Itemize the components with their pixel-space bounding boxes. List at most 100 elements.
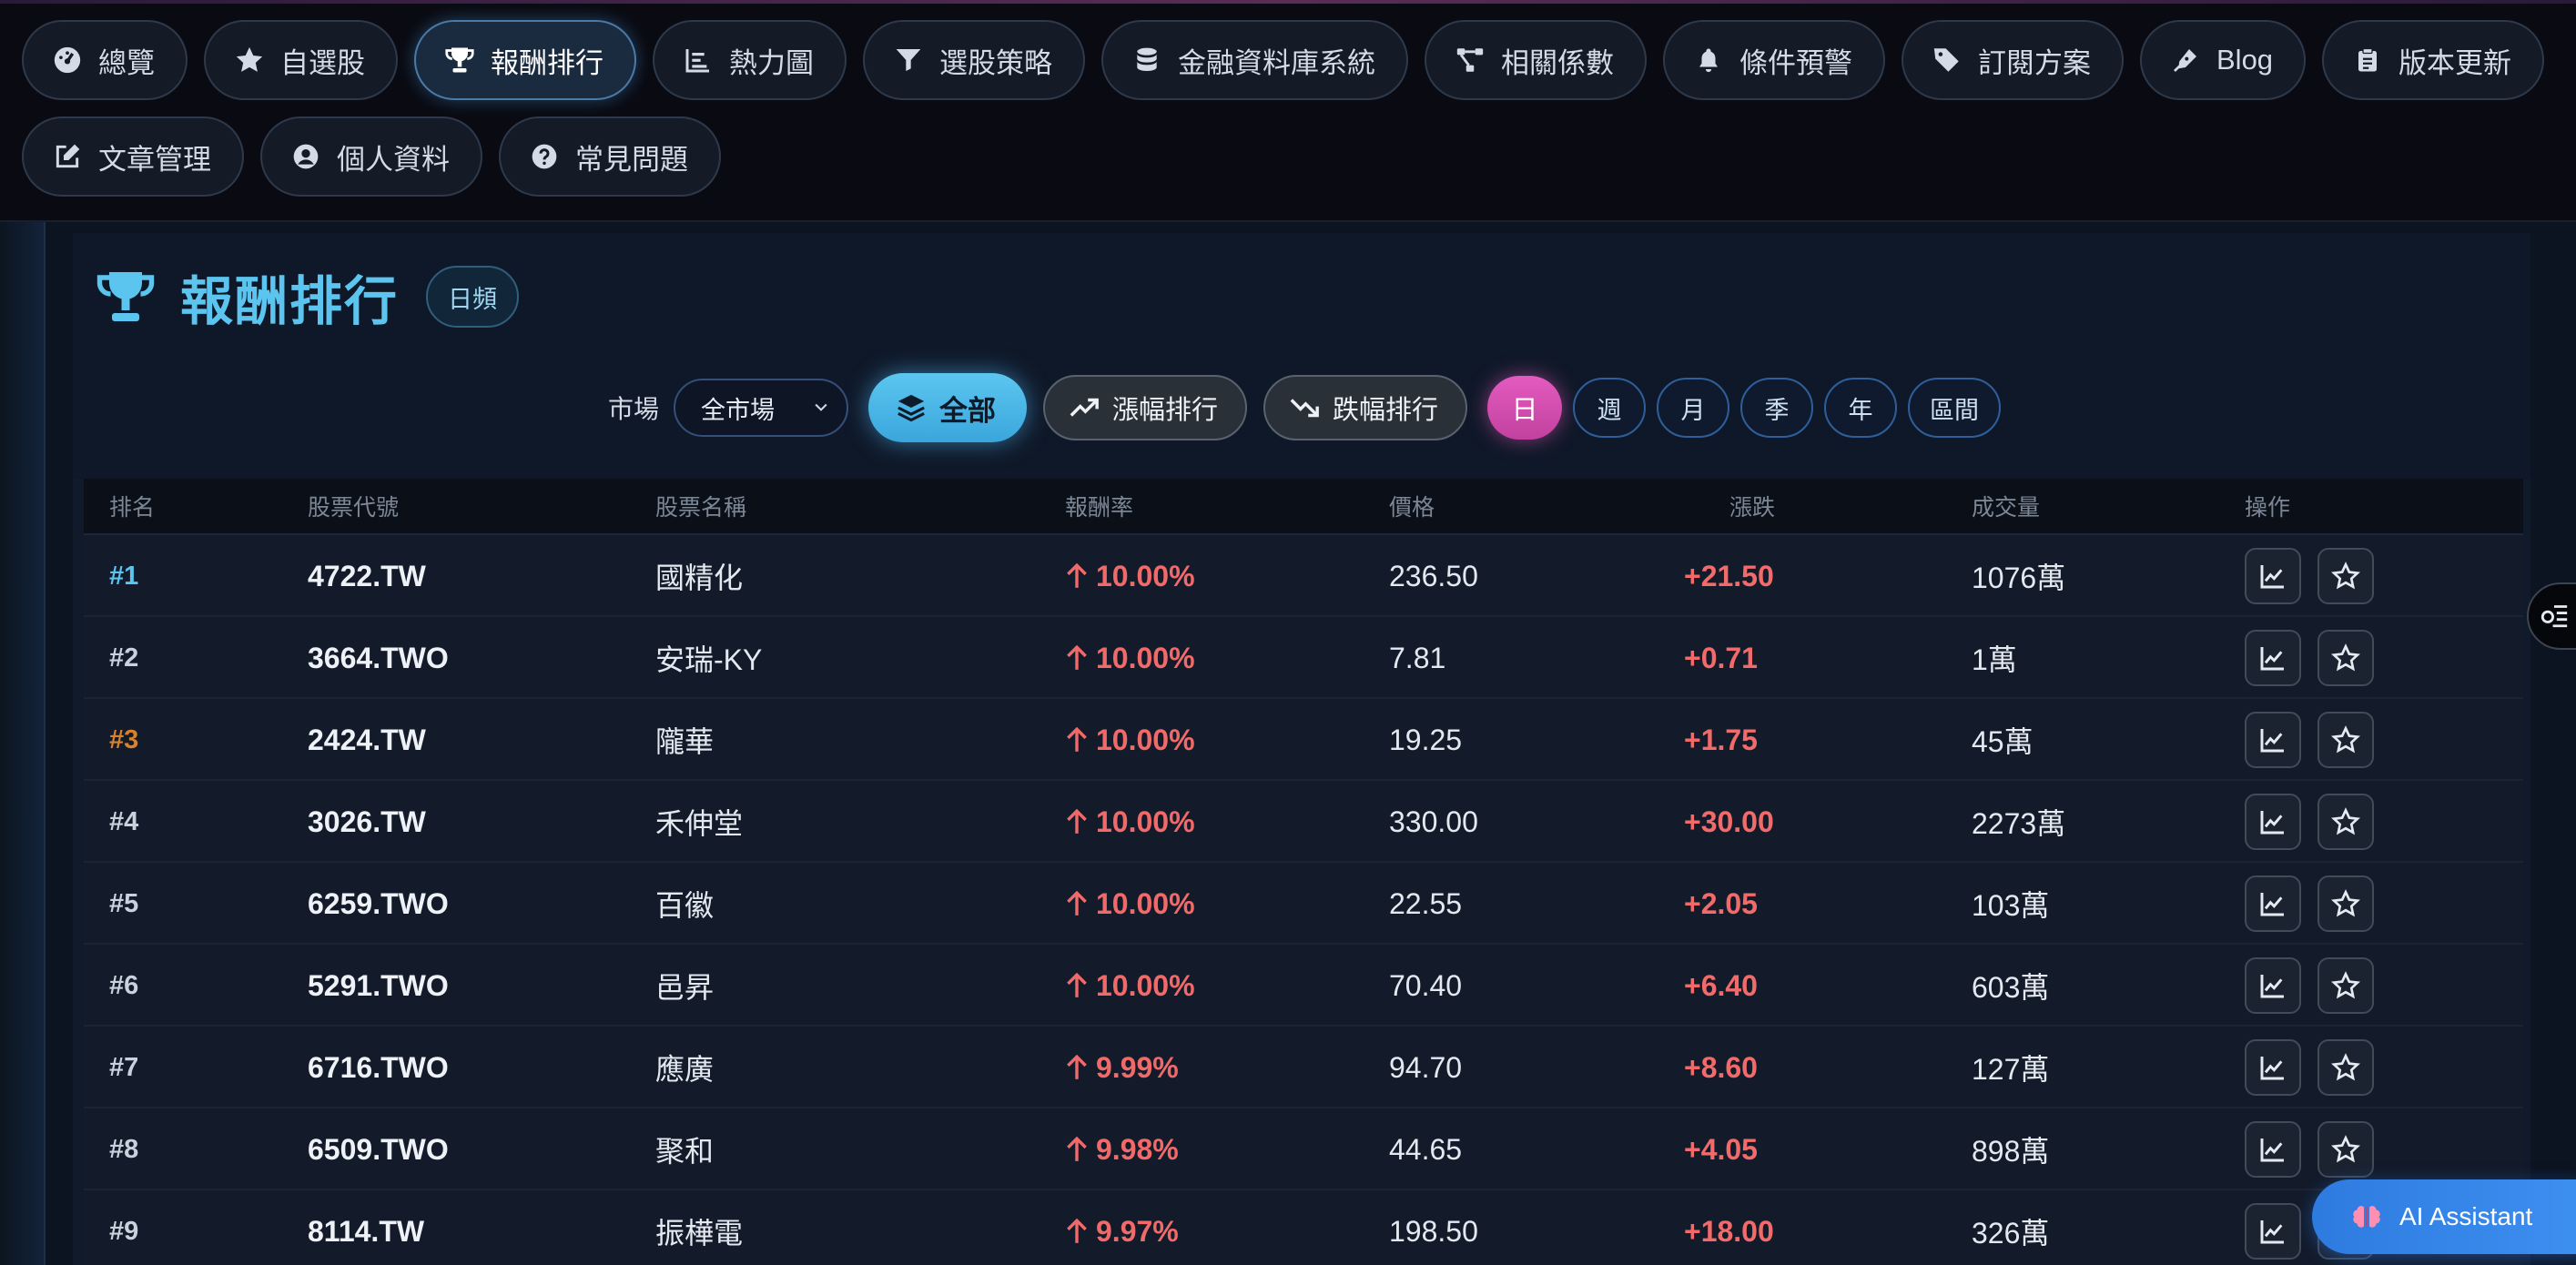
table-row[interactable]: #3 2424.TW 隴華 10.00% 19.25 +1.75 45萬 [84,699,2523,781]
table-row[interactable]: #5 6259.TWO 百徽 10.00% 22.55 +2.05 103萬 [84,863,2523,945]
trophy-icon [93,264,158,329]
chart-button[interactable] [2245,548,2301,604]
arrow-up-icon [1065,1136,1089,1163]
ranking-table: 排名 股票代號 股票名稱 報酬率 價格 漲跌 成交量 操作 #1 4722.TW 國… [84,479,2523,1265]
nav-article-management[interactable]: 文章管理 [22,116,244,197]
nav-version-updates[interactable]: 版本更新 [2322,20,2545,100]
table-row[interactable]: #8 6509.TWO 聚和 9.98% 44.65 +4.05 898萬 [84,1108,2523,1190]
all-button-label: 全部 [939,394,997,427]
volume-cell: 1萬 [1972,643,2017,676]
table-row[interactable]: #1 4722.TW 國精化 10.00% 236.50 +21.50 1076萬 [84,535,2523,617]
stock-code-cell: 3026.TW [308,805,426,838]
table-row[interactable]: #6 5291.TWO 邑昇 10.00% 70.40 +6.40 603萬 [84,945,2523,1027]
period-range-button[interactable]: 區間 [1908,378,2002,438]
loss-ranking-button[interactable]: 跌幅排行 [1263,375,1468,440]
rank-cell: #2 [109,643,139,673]
trend-down-icon [1289,392,1320,423]
nav-alerts[interactable]: 條件預警 [1663,20,1885,100]
actions-cell [2245,1108,2374,1190]
nav-profile[interactable]: 個人資料 [260,116,482,197]
return-cell: 10.00% [1065,699,1195,781]
table-row[interactable]: #7 6716.TWO 應廣 9.99% 94.70 +8.60 127萬 [84,1027,2523,1108]
nav-stock-strategy[interactable]: 選股策略 [863,20,1085,100]
chart-button[interactable] [2245,630,2301,686]
period-month-button[interactable]: 月 [1657,378,1730,438]
chart-button[interactable] [2245,957,2301,1014]
chart-button[interactable] [2245,1121,2301,1178]
header-volume: 成交量 [1972,495,2041,521]
nav-accent-line [0,0,2576,4]
favorite-button[interactable] [2317,548,2374,604]
period-year-button[interactable]: 年 [1824,378,1898,438]
table-header: 排名 股票代號 股票名稱 報酬率 價格 漲跌 成交量 操作 [84,479,2523,535]
change-cell: +2.05 [1684,886,1758,920]
table-row[interactable]: #2 3664.TWO 安瑞-KY 10.00% 7.81 +0.71 1萬 [84,617,2523,699]
left-rail [0,222,46,1265]
nav-overview[interactable]: 總覽 [22,20,188,100]
side-panel-toggle[interactable] [2527,582,2576,650]
stock-name-cell: 安瑞-KY [655,643,763,676]
trend-up-icon [1069,392,1100,423]
chart-button[interactable] [2245,794,2301,850]
price-cell: 19.25 [1389,723,1463,756]
favorite-button[interactable] [2317,712,2374,768]
nav-financial-database[interactable]: 金融資料庫系統 [1101,20,1408,100]
chart-button[interactable] [2245,875,2301,932]
stock-code-cell: 2424.TW [308,723,426,756]
market-select[interactable]: 全市場 [674,379,849,437]
chart-button[interactable] [2245,1039,2301,1096]
chart-button[interactable] [2245,712,2301,768]
stock-name-cell: 應廣 [655,1053,715,1086]
nav-return-ranking[interactable]: 報酬排行 [414,20,636,100]
gain-ranking-button[interactable]: 漲幅排行 [1043,375,1248,440]
stock-code-cell: 6259.TWO [308,886,449,920]
nav-alerts-label: 條件預警 [1739,46,1852,79]
change-cell: +21.50 [1684,559,1774,592]
nav-profile-label: 個人資料 [337,143,450,176]
all-button[interactable]: 全部 [868,373,1028,442]
favorite-button[interactable] [2317,957,2374,1014]
ai-assistant-button[interactable]: AI Assistant [2312,1179,2576,1254]
rank-cell: #4 [109,806,139,836]
actions-cell [2245,1027,2374,1108]
favorite-button[interactable] [2317,794,2374,850]
nav-subscription[interactable]: 訂閱方案 [1902,20,2124,100]
period-quarter-button[interactable]: 季 [1740,378,1814,438]
period-week-button[interactable]: 週 [1573,378,1647,438]
favorite-button[interactable] [2317,875,2374,932]
nav-return-ranking-label: 報酬排行 [491,46,603,79]
return-cell: 10.00% [1065,781,1195,863]
period-day-button[interactable]: 日 [1487,376,1563,440]
nav-row-1: 總覽 自選股 報酬排行 熱力圖 選股策略 金融資料庫系統 相關係數 條件預警 訂… [22,20,2545,100]
table-row[interactable]: #9 8114.TW 振樺電 9.97% 198.50 +18.00 326萬 [84,1190,2523,1265]
nav-stock-strategy-label: 選股策略 [939,46,1052,79]
favorite-button[interactable] [2317,1039,2374,1096]
line-chart-icon [2258,1217,2287,1246]
return-cell: 10.00% [1065,535,1195,617]
price-cell: 236.50 [1389,559,1478,592]
line-chart-icon [2258,807,2287,836]
favorite-button[interactable] [2317,1121,2374,1178]
nav-heatmap[interactable]: 熱力圖 [653,20,847,100]
stock-name-cell: 禾伸堂 [655,807,744,840]
chart-button[interactable] [2245,1203,2301,1260]
gain-ranking-label: 漲幅排行 [1112,396,1219,425]
stock-code-cell: 3664.TWO [308,641,449,674]
header-code: 股票代號 [308,495,400,521]
list-settings-icon [2539,599,2570,634]
actions-cell [2245,781,2374,863]
return-value: 10.00% [1096,641,1195,674]
header-price: 價格 [1389,495,1435,521]
favorite-button[interactable] [2317,630,2374,686]
nav-faq-label: 常見問題 [575,143,688,176]
chevron-down-icon [812,394,830,422]
price-cell: 22.55 [1389,886,1463,920]
nav-watchlist[interactable]: 自選股 [204,20,398,100]
table-row[interactable]: #4 3026.TW 禾伸堂 10.00% 330.00 +30.00 2273萬 [84,781,2523,863]
nav-correlation[interactable]: 相關係數 [1425,20,1647,100]
stock-code-cell: 6509.TWO [308,1132,449,1166]
nav-blog[interactable]: Blog [2140,20,2307,100]
nav-faq[interactable]: 常見問題 [499,116,721,197]
dashboard-icon [51,44,84,76]
top-navigation: 總覽 自選股 報酬排行 熱力圖 選股策略 金融資料庫系統 相關係數 條件預警 訂… [0,0,2576,222]
